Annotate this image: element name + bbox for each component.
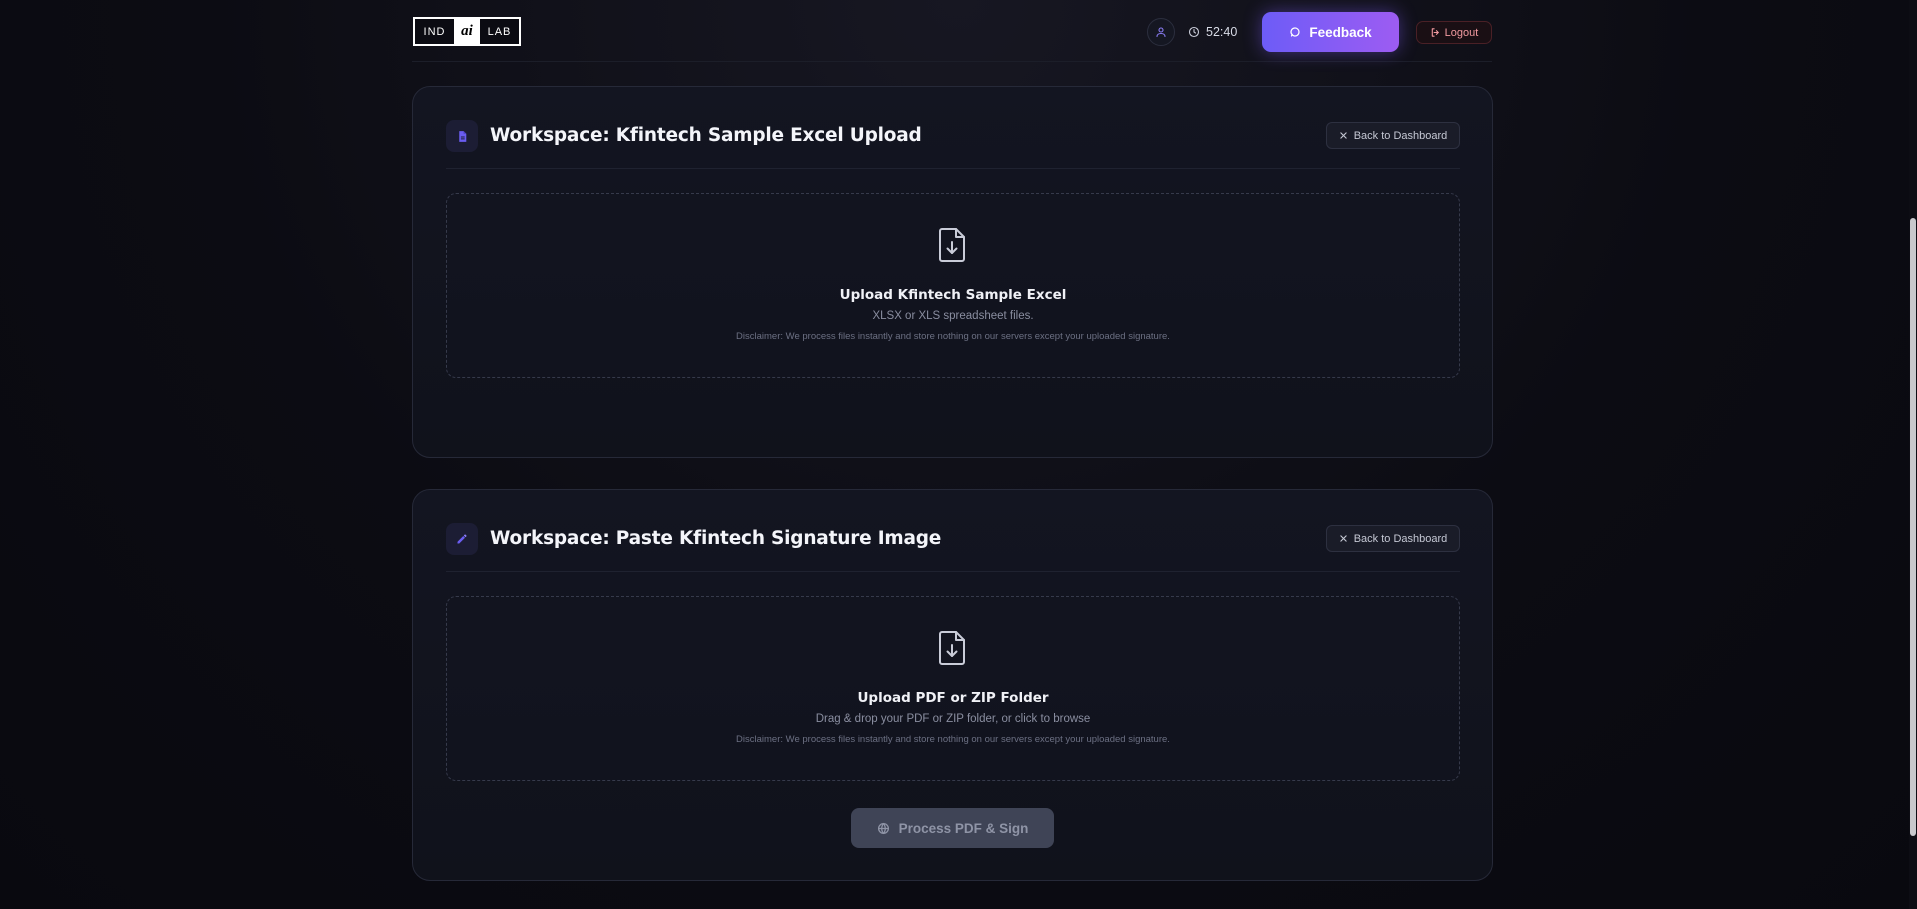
logout-label: Logout	[1444, 26, 1479, 39]
session-timer: 52:40	[1188, 22, 1237, 42]
file-download-icon	[939, 228, 965, 262]
feedback-button[interactable]: Feedback	[1262, 12, 1399, 52]
close-icon	[1340, 535, 1347, 542]
indailab-logo[interactable]: IND ai LAB	[413, 17, 521, 46]
logout-icon	[1431, 28, 1439, 37]
signature-workspace: Workspace: Paste Kfintech Signature Imag…	[412, 489, 1493, 881]
workspace-icon-badge	[446, 523, 478, 555]
workspace-title: Workspace: Paste Kfintech Signature Imag…	[490, 528, 942, 549]
feedback-label: Feedback	[1309, 24, 1372, 40]
top-header: IND ai LAB 52:40 Feedback Logout	[412, 0, 1492, 62]
logo-text-right: LAB	[487, 25, 512, 38]
dropzone-title: Upload Kfintech Sample Excel	[839, 287, 1067, 303]
back-to-dashboard-button[interactable]: Back to Dashboard	[1326, 122, 1460, 149]
chat-bubble-icon	[1290, 27, 1300, 37]
scrollbar-thumb[interactable]	[1910, 218, 1916, 836]
globe-icon	[877, 822, 889, 834]
profile-button[interactable]	[1147, 18, 1175, 46]
workspace-icon-badge	[446, 120, 478, 152]
workspace-header: Workspace: Kfintech Sample Excel Upload …	[446, 120, 1460, 169]
excel-dropzone[interactable]: Upload Kfintech Sample Excel XLSX or XLS…	[446, 193, 1460, 378]
workspace-title: Workspace: Kfintech Sample Excel Upload	[490, 125, 922, 146]
dropzone-disclaimer: Disclaimer: We process files instantly a…	[736, 331, 1170, 342]
document-icon	[458, 130, 466, 142]
back-label: Back to Dashboard	[1353, 129, 1448, 142]
file-download-icon	[939, 631, 965, 665]
dropzone-disclaimer: Disclaimer: We process files instantly a…	[736, 734, 1170, 745]
logo-text-middle: ai	[454, 19, 480, 44]
process-pdf-sign-button[interactable]: Process PDF & Sign	[851, 808, 1054, 848]
excel-upload-workspace: Workspace: Kfintech Sample Excel Upload …	[412, 86, 1493, 458]
pencil-icon	[457, 534, 467, 544]
timer-value: 52:40	[1206, 25, 1238, 39]
back-to-dashboard-button[interactable]: Back to Dashboard	[1326, 525, 1460, 552]
user-icon	[1156, 27, 1166, 38]
back-label: Back to Dashboard	[1353, 532, 1448, 545]
logout-button[interactable]: Logout	[1416, 21, 1492, 44]
page-scrollbar[interactable]	[1909, 0, 1917, 909]
logo-text-left: IND	[423, 25, 446, 38]
dropzone-title: Upload PDF or ZIP Folder	[857, 690, 1049, 706]
close-icon	[1340, 132, 1347, 139]
pdf-zip-dropzone[interactable]: Upload PDF or ZIP Folder Drag & drop you…	[446, 596, 1460, 781]
dropzone-subtitle: XLSX or XLS spreadsheet files.	[872, 310, 1034, 322]
process-label: Process PDF & Sign	[898, 820, 1029, 836]
workspace-header: Workspace: Paste Kfintech Signature Imag…	[446, 523, 1460, 572]
clock-icon	[1188, 26, 1200, 38]
dropzone-subtitle: Drag & drop your PDF or ZIP folder, or c…	[815, 713, 1091, 725]
